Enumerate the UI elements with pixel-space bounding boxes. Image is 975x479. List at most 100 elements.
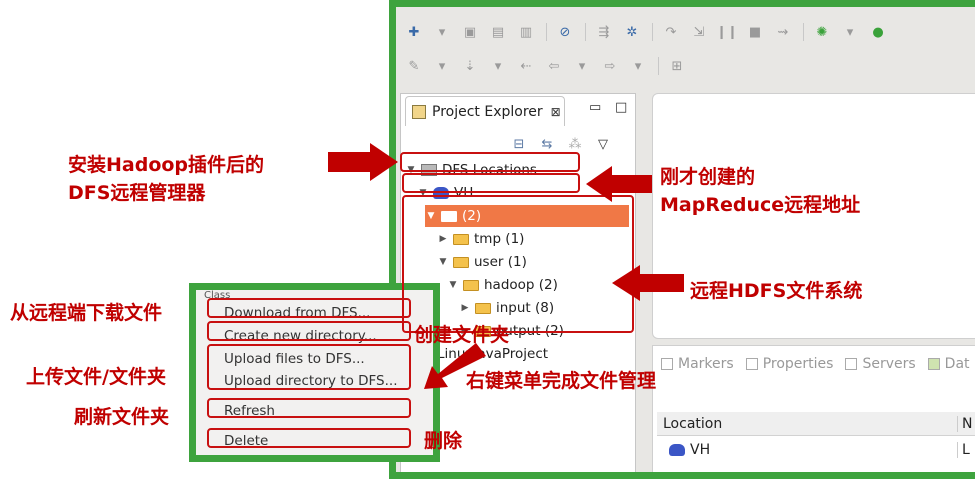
annotation-icon[interactable]: ✎ (406, 58, 422, 74)
tree-item-label: DFS Locations (442, 162, 537, 178)
annotation-right-click-menu: 右键菜单完成文件管理 (466, 370, 657, 392)
debug-config-icon[interactable]: ✲ (624, 24, 640, 40)
dropdown-icon[interactable]: ▾ (630, 58, 646, 74)
pin-icon[interactable]: ⊞ (669, 58, 685, 74)
tree-item-vh[interactable]: ▼ VH (417, 182, 633, 204)
dropdown-icon[interactable]: ▾ (574, 58, 590, 74)
view-menu-icon[interactable]: ▽ (595, 137, 611, 152)
collapsed-arrow-icon[interactable]: ▶ (459, 303, 471, 313)
tree-item-hadoop[interactable]: ▼ hadoop (2) (447, 274, 558, 296)
dropdown-icon[interactable]: ▾ (842, 24, 858, 40)
step-into-icon[interactable]: ⇲ (691, 24, 707, 40)
annotation-download: 从远程端下载文件 (10, 302, 163, 324)
run-icon[interactable]: ● (870, 24, 886, 40)
annotation-create-directory: 创建文件夹 (414, 324, 510, 346)
minimize-icon[interactable]: ▭ (589, 100, 601, 115)
save-all-icon[interactable]: ▤ (490, 24, 506, 40)
menu-item-upload-directory[interactable]: Upload directory to DFS... (224, 373, 398, 389)
back-icon[interactable]: ⇦ (546, 58, 562, 74)
annotation-dfs-manager-line2: DFS远程管理器 (68, 182, 206, 204)
tree-item-label: user (1) (474, 254, 527, 270)
folder-icon (453, 256, 469, 268)
main-toolbar: ✚ ▾ ▣ ▤ ▥ ⊘ ⇶ ✲ ↷ ⇲ ❙❙ ■ ⇝ ✺ ▾ ● (396, 17, 898, 47)
tree-item-root[interactable]: ▼ (2) (425, 205, 629, 227)
forward-icon[interactable]: ⇨ (602, 58, 618, 74)
close-icon[interactable]: ⊠ (551, 105, 561, 119)
debug-icon[interactable]: ✺ (814, 24, 830, 40)
pause-icon[interactable]: ❙❙ (716, 24, 738, 40)
new-icon[interactable]: ✚ (406, 24, 422, 40)
annotation-refresh: 刷新文件夹 (74, 406, 170, 428)
toolbar-divider (652, 23, 653, 41)
arrow-to-dfs-locations (328, 143, 398, 181)
tree-item-label: LinuxJavaProject (437, 346, 549, 362)
tab-data[interactable]: Dat (927, 356, 970, 372)
tab-label: Project Explorer (432, 103, 543, 120)
expand-arrow-icon[interactable]: ▼ (405, 165, 417, 175)
table-row[interactable]: VH L (657, 438, 975, 462)
tree-item-label: tmp (1) (474, 231, 525, 247)
filter-icon[interactable]: ⁂ (567, 137, 583, 152)
print-icon[interactable]: ▥ (518, 24, 534, 40)
menu-item-create-directory[interactable]: Create new directory... (224, 328, 377, 344)
hadoop-elephant-icon (669, 444, 685, 456)
step-icon[interactable]: ⇶ (596, 24, 612, 40)
tab-project-explorer[interactable]: Project Explorer ⊠ (405, 96, 565, 126)
dropdown-icon[interactable]: ▾ (434, 58, 450, 74)
step-over-icon[interactable]: ↷ (663, 24, 679, 40)
last-edit-icon[interactable]: ⇠ (518, 58, 534, 74)
context-menu: Class Download from DFS... Create new di… (189, 283, 440, 462)
tab-label: Properties (762, 356, 834, 372)
eclipse-window: ✚ ▾ ▣ ▤ ▥ ⊘ ⇶ ✲ ↷ ⇲ ❙❙ ■ ⇝ ✺ ▾ ● ✎ ▾ ⇣ ▾… (389, 0, 975, 479)
toolbar-divider (803, 23, 804, 41)
tree-item-input[interactable]: ▶ input (8) (459, 297, 555, 319)
tab-label: Dat (944, 356, 970, 372)
menu-item-refresh[interactable]: Refresh (224, 403, 275, 419)
expand-arrow-icon[interactable]: ▼ (425, 211, 437, 221)
table-header: Location N (657, 412, 975, 436)
location-cell: VH (657, 442, 957, 458)
expand-arrow-icon[interactable]: ▼ (417, 188, 429, 198)
data-icon (927, 358, 940, 370)
menu-item-delete[interactable]: Delete (224, 433, 268, 449)
collapse-all-icon[interactable]: ⊟ (511, 137, 527, 152)
menu-item-upload-files[interactable]: Upload files to DFS... (224, 351, 365, 367)
tree-item-user[interactable]: ▼ user (1) (437, 251, 527, 273)
bottom-panel: Markers Properties Servers Dat Location … (652, 345, 975, 472)
dropdown-icon[interactable]: ▾ (490, 58, 506, 74)
bottom-tab-bar: Markers Properties Servers Dat (653, 350, 975, 378)
clipped-cell: L (957, 442, 970, 458)
tab-servers[interactable]: Servers (845, 356, 916, 372)
tree-item-label: input (8) (496, 300, 555, 316)
tab-label: Markers (678, 356, 734, 372)
hadoop-elephant-icon (433, 187, 449, 199)
expand-arrow-icon[interactable]: ▼ (437, 257, 449, 267)
next-annotation-icon[interactable]: ⇣ (462, 58, 478, 74)
dropdown-icon[interactable]: ▾ (434, 24, 450, 40)
column-header-clipped[interactable]: N (957, 415, 972, 432)
toolbar-divider (658, 57, 659, 75)
tab-markers[interactable]: Markers (661, 356, 734, 372)
tree-item-dfs-locations[interactable]: ▼ DFS Locations (405, 159, 633, 181)
collapsed-arrow-icon[interactable]: ▶ (437, 234, 449, 244)
stop-icon[interactable]: ■ (747, 24, 763, 40)
annotation-mapreduce-line1: 刚才创建的 (660, 166, 756, 188)
annotation-upload: 上传文件/文件夹 (26, 366, 166, 388)
tree-item-tmp[interactable]: ▶ tmp (1) (437, 228, 525, 250)
maximize-icon[interactable]: □ (615, 100, 627, 115)
annotation-dfs-manager-line1: 安装Hadoop插件后的 (68, 154, 265, 176)
menu-item-download[interactable]: Download from DFS... (224, 305, 370, 321)
save-icon[interactable]: ▣ (462, 24, 478, 40)
disconnect-icon[interactable]: ⇝ (775, 24, 791, 40)
annotation-mapreduce-line2: MapReduce远程地址 (660, 194, 861, 216)
expand-arrow-icon[interactable]: ▼ (447, 280, 459, 290)
properties-icon (745, 358, 758, 370)
folder-icon (475, 302, 491, 314)
skip-breakpoints-icon[interactable]: ⊘ (557, 24, 573, 40)
tree-item-label: VH (454, 185, 474, 201)
folder-icon (463, 279, 479, 291)
link-with-editor-icon[interactable]: ⇆ (539, 137, 555, 152)
location-value: VH (690, 442, 711, 458)
column-header-location[interactable]: Location (657, 416, 957, 432)
tab-properties[interactable]: Properties (745, 356, 834, 372)
